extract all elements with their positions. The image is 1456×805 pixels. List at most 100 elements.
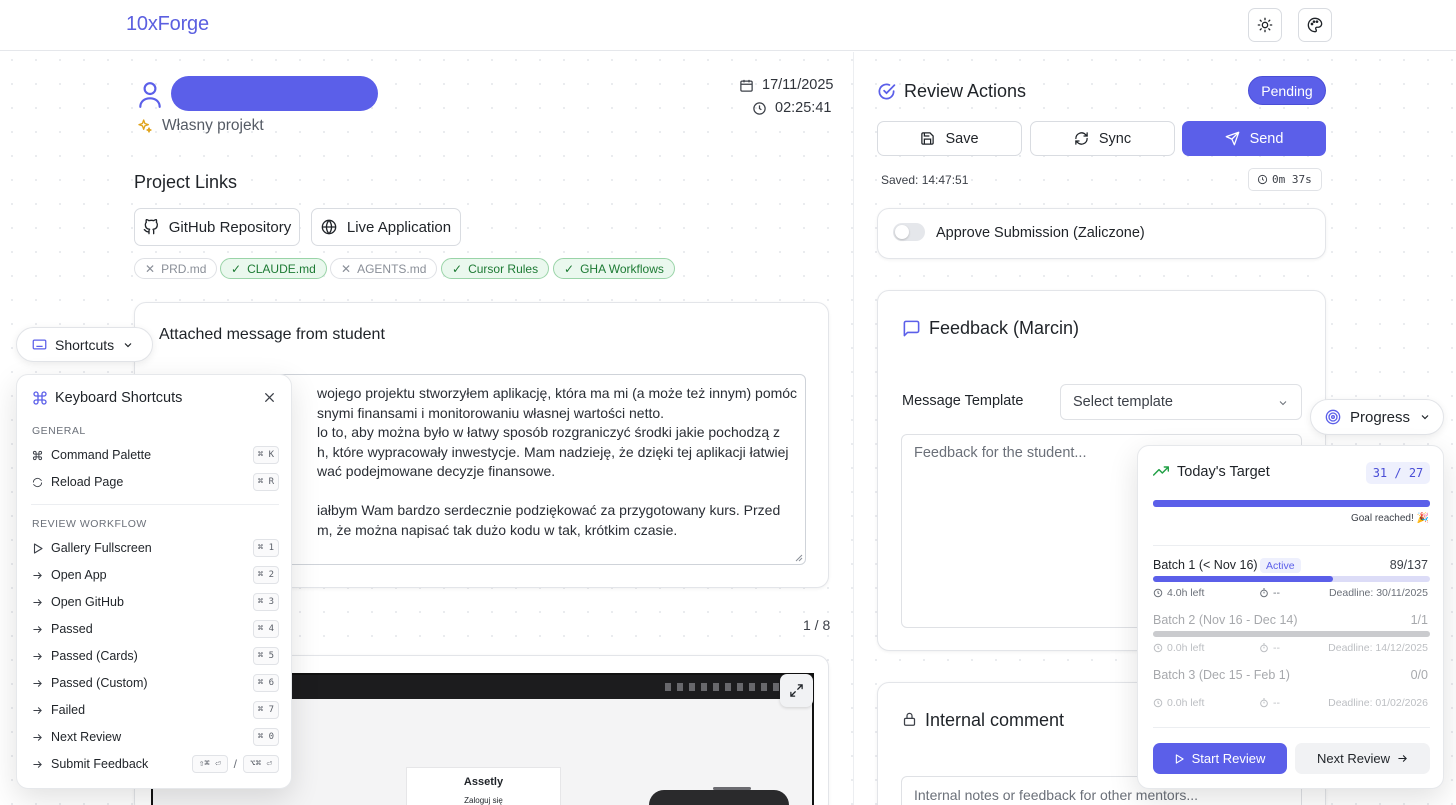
globe-icon: [321, 219, 337, 235]
shortcut-label: Command Palette: [51, 448, 152, 462]
shortcut-passed[interactable]: Passed ⌘ 4: [31, 619, 279, 639]
start-review-button[interactable]: Start Review: [1153, 743, 1287, 774]
shortcut-key: ⌘ 1: [252, 539, 279, 557]
refresh-icon: [31, 476, 44, 489]
chip-label: AGENTS.md: [357, 261, 427, 276]
progress-toggle-button[interactable]: Progress: [1310, 399, 1444, 435]
chip-claude: ✓ CLAUDE.md: [220, 258, 327, 279]
batch-3-time-left: 0.0h left: [1167, 697, 1205, 709]
user-icon: [137, 80, 163, 108]
shortcut-label: Reload Page: [51, 475, 124, 489]
timer-icon: [1259, 698, 1269, 708]
batch-2-progress-fill: [1153, 631, 1430, 637]
submission-date: 17/11/2025: [762, 77, 834, 93]
close-icon[interactable]: [263, 391, 276, 404]
approve-toggle[interactable]: [893, 223, 925, 241]
arrow-right-icon: [31, 677, 44, 690]
palette-button[interactable]: [1298, 8, 1332, 42]
arrow-right-icon: [31, 596, 44, 609]
clock-icon: [1153, 588, 1163, 598]
project-links-title: Project Links: [134, 172, 238, 192]
chevron-down-icon: [1277, 397, 1289, 409]
preview-dock-handle: [713, 787, 751, 790]
todays-target-title: Today's Target: [1177, 464, 1270, 480]
feedback-title: Feedback (Marcin): [929, 318, 1080, 338]
x-icon: ✕: [341, 261, 352, 276]
feedback-placeholder: Feedback for the student...: [914, 445, 1087, 461]
save-button[interactable]: Save: [877, 121, 1022, 156]
chevron-down-icon: [122, 339, 134, 351]
shortcut-submit-feedback[interactable]: Submit Feedback ⇧⌘ ⏎ / ⌥⌘ ⏎: [31, 754, 279, 774]
submission-time: 02:25:41: [775, 100, 832, 116]
github-repository-label: GitHub Repository: [168, 218, 292, 236]
arrow-right-icon: [31, 704, 44, 717]
shortcut-failed[interactable]: Failed ⌘ 7: [31, 700, 279, 720]
clock-icon: [1153, 643, 1163, 653]
trending-up-icon: [1153, 465, 1169, 477]
shortcut-key: ⌘ 4: [252, 620, 279, 638]
timer-icon: [1259, 643, 1269, 653]
chip-label: CLAUDE.md: [247, 261, 316, 276]
shortcuts-toggle-label: Shortcuts: [55, 336, 115, 353]
progress-panel: Today's Target 31 / 27 Goal reached! 🎉 B…: [1137, 445, 1444, 789]
preview-app-name: Assetly: [463, 776, 504, 788]
shortcut-gallery-fullscreen[interactable]: Gallery Fullscreen ⌘ 1: [31, 538, 279, 558]
shortcut-key-alt: ⌥⌘ ⏎: [243, 755, 279, 773]
sync-label: Sync: [1098, 130, 1132, 147]
arrow-right-icon: [31, 731, 44, 744]
column-divider: [853, 52, 854, 805]
shortcut-label: Open App: [51, 568, 107, 582]
shortcut-next-review[interactable]: Next Review ⌘ 0: [31, 727, 279, 747]
fullscreen-button[interactable]: [780, 674, 813, 707]
resize-handle-icon[interactable]: [795, 554, 803, 562]
start-review-label: Start Review: [1191, 751, 1266, 766]
batch-3-eta: --: [1273, 697, 1280, 709]
batch-1-deadline: Deadline: 30/11/2025: [1328, 587, 1428, 599]
github-repository-button[interactable]: GitHub Repository: [134, 208, 300, 246]
top-bar: 10xForge: [0, 0, 1456, 51]
batch-3-deadline: Deadline: 01/02/2026: [1328, 697, 1428, 709]
arrow-right-icon: [1397, 753, 1408, 764]
send-button[interactable]: Send: [1182, 121, 1326, 156]
batch-2-name: Batch 2 (Nov 16 - Dec 14): [1153, 613, 1298, 627]
preview-login-card: Assetly Zaloguj się: [406, 767, 561, 805]
arrow-right-icon: [31, 758, 44, 771]
template-select-value: Select template: [1073, 394, 1173, 410]
check-icon: ✓: [231, 261, 242, 276]
live-application-button[interactable]: Live Application: [311, 208, 461, 246]
chip-label: Cursor Rules: [468, 261, 539, 276]
gallery-counter: 1 / 8: [803, 617, 831, 633]
chip-prd: ✕ PRD.md: [134, 258, 218, 279]
template-select[interactable]: Select template: [1060, 384, 1302, 420]
shortcut-key: ⌘ K: [252, 446, 279, 464]
send-label: Send: [1249, 130, 1284, 147]
brand-logo[interactable]: 10xForge: [126, 13, 209, 36]
shortcut-passed-cards[interactable]: Passed (Cards) ⌘ 5: [31, 646, 279, 666]
shortcut-label: Gallery Fullscreen: [51, 541, 152, 555]
clock-icon: [1153, 698, 1163, 708]
shortcut-command-palette[interactable]: Command Palette ⌘ K: [31, 445, 279, 465]
review-actions-title: Review Actions: [904, 81, 1027, 101]
next-review-button[interactable]: Next Review: [1295, 743, 1430, 774]
batch-1-eta: --: [1273, 587, 1280, 599]
shortcut-open-app[interactable]: Open App ⌘ 2: [31, 565, 279, 585]
batch-2-time-left: 0.0h left: [1167, 642, 1205, 654]
shortcut-passed-custom[interactable]: Passed (Custom) ⌘ 6: [31, 673, 279, 693]
arrow-right-icon: [31, 569, 44, 582]
next-review-label: Next Review: [1317, 751, 1390, 766]
message-line: lo to, aby można było w łatwy sposób roz…: [317, 424, 780, 440]
live-application-label: Live Application: [346, 218, 452, 236]
shortcut-open-github[interactable]: Open GitHub ⌘ 3: [31, 592, 279, 612]
shortcut-label: Open GitHub: [51, 595, 124, 609]
batch-1-name: Batch 1 (< Nov 16): [1153, 558, 1258, 572]
shortcut-label: Failed: [51, 703, 86, 717]
shortcut-reload-page[interactable]: Reload Page ⌘ R: [31, 472, 279, 492]
shortcut-key: ⌘ 0: [252, 728, 279, 746]
timer-value: 0m 37s: [1272, 173, 1312, 186]
keyboard-icon: [32, 338, 47, 351]
sync-button[interactable]: Sync: [1030, 121, 1175, 156]
theme-toggle-button[interactable]: [1248, 8, 1282, 42]
shortcut-label: Passed (Cards): [51, 649, 138, 663]
shortcuts-toggle-button[interactable]: Shortcuts: [16, 327, 153, 362]
batch-2-eta: --: [1273, 642, 1280, 654]
